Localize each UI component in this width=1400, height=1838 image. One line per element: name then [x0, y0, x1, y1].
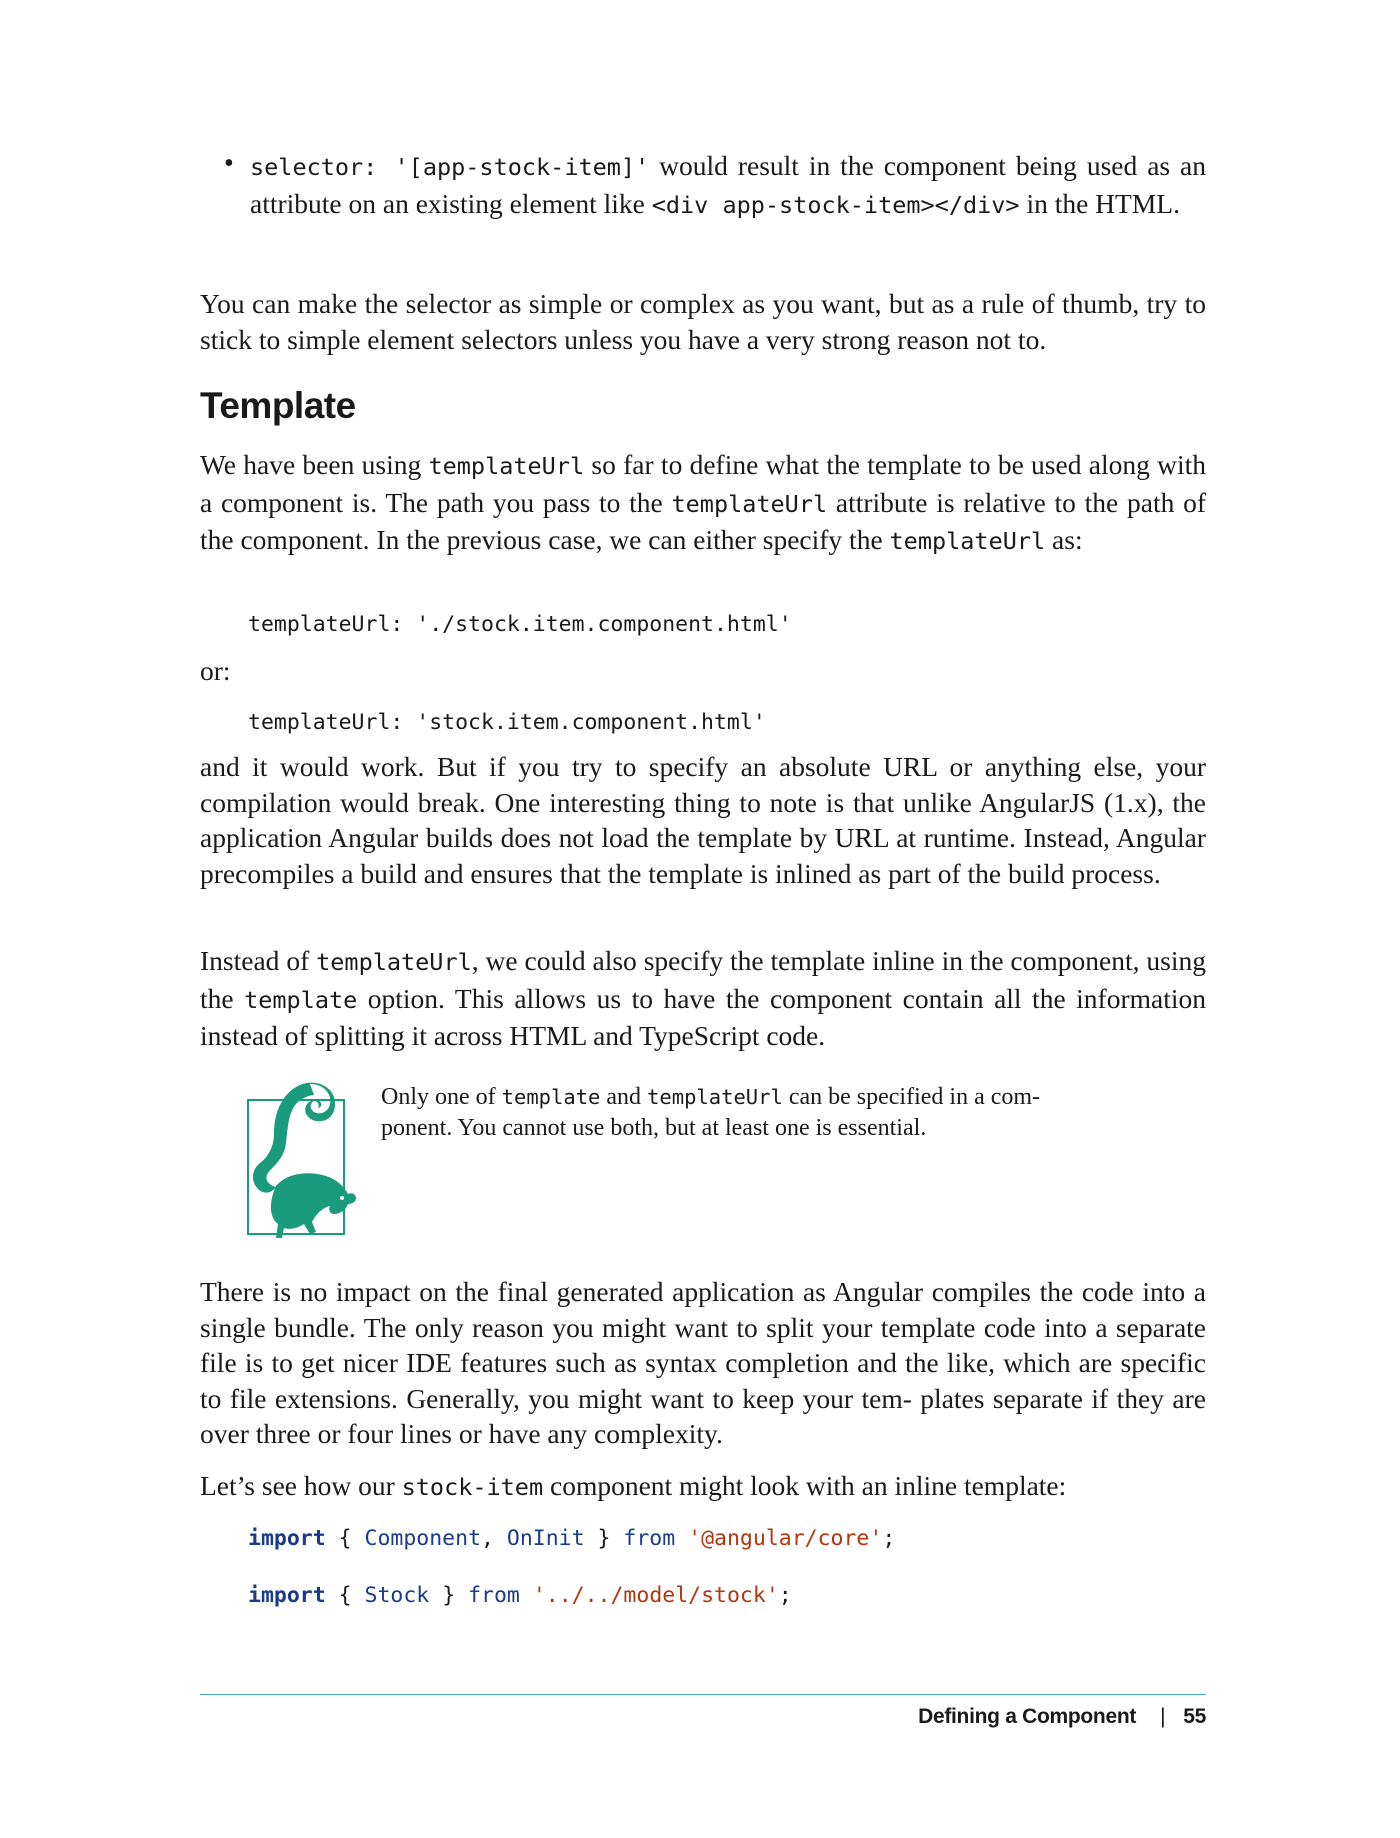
inline-code: stock-item [401, 1473, 544, 1501]
code-example-1: templateUrl: './stock.item.component.htm… [248, 612, 792, 637]
paragraph-lets-see: Let’s see how our stock-item component m… [200, 1468, 1206, 1506]
note-text: Only one of template and templateUrl can… [381, 1082, 1111, 1144]
note-callout: Only one of template and templateUrl can… [246, 1082, 1206, 1242]
text-run: component might look with an inline temp… [543, 1470, 1067, 1501]
inline-code: template [501, 1085, 601, 1109]
text-run: Let’s see how our [200, 1470, 402, 1501]
text-run: in the HTML. [1019, 187, 1180, 219]
inline-code: templateUrl [428, 452, 585, 480]
code-punct: } [429, 1583, 469, 1608]
code-punct: ; [778, 1583, 792, 1608]
code-example-2: templateUrl: 'stock.item.component.html' [248, 710, 766, 735]
code-identifier: Component [364, 1526, 482, 1551]
page-number: 55 [1183, 1705, 1206, 1728]
code-string: '../../model/stock' [532, 1583, 779, 1608]
page-footer: Defining a Component | 55 [918, 1705, 1206, 1729]
code-keyword: import [248, 1526, 326, 1551]
text-run: and [600, 1084, 648, 1110]
text-run: as: [1045, 524, 1083, 555]
footer-rule [200, 1694, 1206, 1695]
bullet-text: selector: '[app-stock-item]' would resul… [250, 148, 1206, 223]
code-punct: { [325, 1583, 365, 1608]
code-string: '@angular/core' [688, 1526, 883, 1551]
paragraph-inline: Instead of templateUrl, we could also sp… [200, 943, 1206, 1054]
code-import-line-1: import { Component, OnInit } from '@angu… [248, 1526, 895, 1551]
text-run: We have been using [200, 449, 429, 480]
code-punct [675, 1526, 688, 1551]
code-punct: { [325, 1526, 365, 1551]
lemur-icon [247, 1082, 356, 1238]
code-keyword: from [468, 1583, 520, 1608]
inline-code: selector: '[app-stock-item]' [250, 153, 650, 181]
code-keyword: from [623, 1526, 676, 1551]
inline-code: templateUrl [647, 1085, 783, 1109]
code-punct [520, 1583, 533, 1608]
section-heading: Template [200, 385, 356, 426]
code-punct: } [584, 1526, 624, 1551]
paragraph-impact: There is no impact on the final generate… [200, 1276, 1206, 1449]
code-punct: ; [882, 1526, 896, 1551]
inline-code: templateUrl [316, 948, 472, 976]
or-label: or: [200, 655, 231, 686]
footer-separator: | [1160, 1705, 1166, 1728]
inline-code: templateUrl [671, 489, 828, 518]
text-run: Only one of [381, 1084, 502, 1110]
code-import-line-2: import { Stock } from '../../model/stock… [248, 1583, 792, 1608]
code-punct: , [481, 1526, 507, 1551]
paragraph-selector: You can make the selector as simple or c… [200, 288, 1206, 355]
text-run: Instead of [200, 945, 317, 976]
paragraph-template: We have been using templateUrl so far to… [200, 447, 1206, 560]
code-identifier: Stock [364, 1583, 430, 1608]
bullet-item: • selector: '[app-stock-item]' would res… [224, 148, 1206, 223]
inline-code: <div app-stock-item></div> [651, 190, 1020, 219]
code-identifier: OnInit [506, 1526, 585, 1551]
bullet-marker: • [224, 148, 234, 179]
inline-code: template [244, 985, 358, 1014]
footer-section-title: Defining a Component [918, 1705, 1137, 1728]
code-keyword: import [248, 1583, 326, 1608]
inline-code: templateUrl [889, 527, 1046, 555]
paragraph-work: and it would work. But if you try to spe… [200, 751, 1206, 889]
